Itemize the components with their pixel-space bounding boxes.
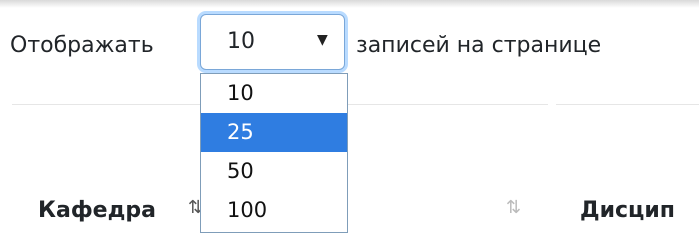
length-label-prefix: Отображать	[10, 33, 154, 58]
entries-per-page-select[interactable]: 10 ▼	[200, 14, 345, 70]
table-divider-right	[556, 104, 699, 105]
option-50[interactable]: 50	[201, 152, 347, 191]
dropdown-arrow-icon: ▼	[317, 32, 328, 48]
datatable-page: Отображать 10 ▼ записей на странице 10 2…	[0, 0, 699, 242]
entries-options-list: 10 25 50 100	[200, 73, 348, 233]
top-shadow	[0, 0, 699, 8]
sort-icon[interactable]: ⇅	[506, 196, 521, 220]
select-current-value: 10	[227, 29, 255, 54]
length-label-suffix: записей на странице	[356, 33, 602, 58]
option-10[interactable]: 10	[201, 74, 347, 113]
column-header-kafedra[interactable]: Кафедра	[38, 196, 156, 226]
column-header-discipline[interactable]: Дисцип	[580, 196, 675, 226]
option-25[interactable]: 25	[201, 113, 347, 152]
option-100[interactable]: 100	[201, 191, 347, 230]
